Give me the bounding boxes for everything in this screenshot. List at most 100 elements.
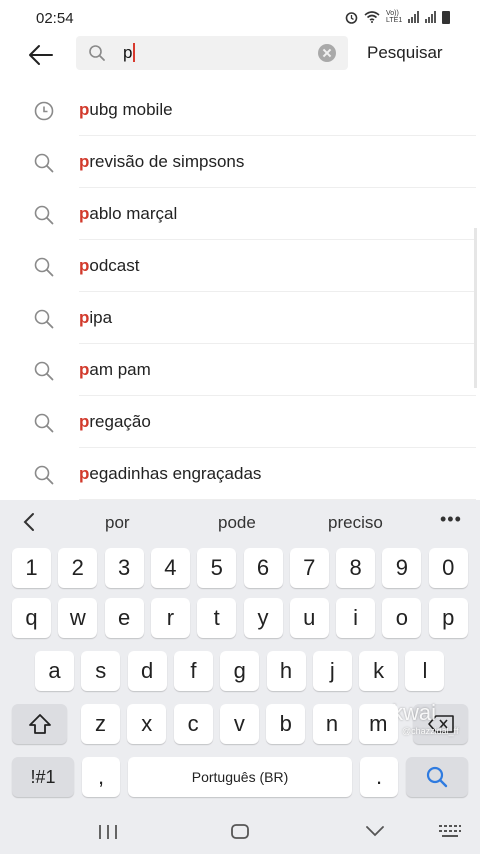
search-icon (33, 256, 55, 278)
suggestion-item[interactable]: pegadinhas engraçadas (0, 448, 480, 500)
suggestion-rest: ablo marçal (89, 204, 178, 223)
key-j[interactable]: j (312, 651, 352, 691)
suggestion-list: pubg mobile previsão de simpsons pablo mar… (0, 84, 480, 500)
key-u[interactable]: u (289, 598, 329, 638)
suggestion-rest: am pam (89, 360, 151, 379)
key-1[interactable]: 1 (12, 548, 51, 588)
key-0[interactable]: 0 (428, 548, 468, 588)
clear-icon[interactable] (318, 44, 336, 62)
comma-key[interactable]: , (82, 757, 120, 797)
wifi-icon (364, 11, 380, 23)
key-t[interactable]: t (197, 598, 237, 638)
search-icon (426, 766, 448, 788)
suggestion-item[interactable]: podcast (0, 240, 480, 292)
search-header: p Pesquisar (0, 36, 480, 86)
suggestion-item[interactable]: pipa (0, 292, 480, 344)
home-icon[interactable] (230, 823, 250, 841)
keyboard-grid-icon[interactable] (438, 824, 462, 840)
suggestion-item[interactable]: pubg mobile (0, 84, 480, 136)
suggestion-item[interactable]: pregação (0, 396, 480, 448)
key-b[interactable]: b (266, 704, 306, 744)
key-9[interactable]: 9 (382, 548, 422, 588)
key-5[interactable]: 5 (197, 548, 237, 588)
search-key[interactable] (406, 757, 468, 797)
key-r[interactable]: r (150, 598, 190, 638)
suggestion-rest: revisão de simpsons (89, 152, 245, 171)
suggestion-item[interactable]: pam pam (0, 344, 480, 396)
search-icon (33, 204, 55, 226)
signal-icon-2 (425, 11, 436, 23)
key-e[interactable]: e (104, 598, 144, 638)
search-query-text: p (123, 43, 133, 62)
space-key[interactable]: Português (BR) (128, 757, 352, 797)
key-m[interactable]: m (358, 704, 398, 744)
key-q[interactable]: q (12, 598, 51, 638)
key-s[interactable]: s (81, 651, 121, 691)
key-p[interactable]: p (428, 598, 468, 638)
shift-icon (28, 714, 51, 734)
key-w[interactable]: w (58, 598, 98, 638)
navigation-bar (0, 810, 480, 854)
search-button[interactable]: Pesquisar (367, 43, 443, 63)
watermark-brand: kwai (392, 700, 437, 725)
suggestion-match: p (79, 464, 90, 483)
key-i[interactable]: i (336, 598, 376, 638)
recent-apps-icon[interactable] (97, 824, 119, 840)
key-k[interactable]: k (359, 651, 399, 691)
signal-icon (408, 11, 419, 23)
suggestion-match: p (79, 100, 90, 119)
key-a[interactable]: a (35, 651, 74, 691)
prediction-word-1[interactable]: por (105, 513, 130, 533)
scrollbar[interactable] (474, 228, 477, 388)
symbols-key[interactable]: !#1 (12, 757, 74, 797)
battery-icon (442, 10, 450, 24)
back-chevron-icon[interactable] (365, 825, 385, 837)
key-y[interactable]: y (243, 598, 283, 638)
key-n[interactable]: n (312, 704, 352, 744)
suggestion-match: p (79, 412, 90, 431)
key-f[interactable]: f (173, 651, 213, 691)
suggestion-rest: regação (89, 412, 151, 431)
key-o[interactable]: o (382, 598, 422, 638)
key-v[interactable]: v (219, 704, 259, 744)
suggestion-item[interactable]: pablo marçal (0, 188, 480, 240)
suggestion-rest: egadinhas engraçadas (89, 464, 262, 483)
back-arrow-icon[interactable] (26, 40, 56, 70)
search-input[interactable]: p (76, 36, 348, 70)
key-4[interactable]: 4 (150, 548, 190, 588)
prediction-bar: por pode preciso ••• (0, 500, 480, 544)
prediction-word-3[interactable]: preciso (328, 513, 383, 533)
kwai-watermark: kwai @chazzidal_ff (392, 700, 459, 736)
suggestion-label: pablo marçal (79, 204, 177, 224)
text-cursor (133, 43, 135, 62)
key-g[interactable]: g (220, 651, 260, 691)
period-key[interactable]: . (360, 757, 398, 797)
suggestion-item[interactable]: previsão de simpsons (0, 136, 480, 188)
key-3[interactable]: 3 (104, 548, 144, 588)
more-options-icon[interactable]: ••• (440, 509, 462, 530)
search-icon (33, 464, 55, 486)
search-icon (33, 412, 55, 434)
key-8[interactable]: 8 (336, 548, 376, 588)
key-h[interactable]: h (266, 651, 306, 691)
suggestion-label: pipa (79, 308, 112, 328)
prediction-word-2[interactable]: pode (218, 513, 256, 533)
search-icon (33, 360, 55, 382)
search-icon (89, 45, 105, 61)
search-query[interactable]: p (123, 43, 135, 63)
shift-key[interactable] (12, 704, 67, 744)
keyboard: por pode preciso ••• !#1 , Português (BR… (0, 500, 480, 854)
history-clock-icon (33, 100, 55, 122)
search-icon (33, 152, 55, 174)
suggestion-match: p (79, 308, 90, 327)
suggestion-label: pegadinhas engraçadas (79, 464, 261, 484)
chevron-left-icon[interactable] (22, 512, 36, 532)
key-z[interactable]: z (81, 704, 120, 744)
key-l[interactable]: l (405, 651, 445, 691)
key-6[interactable]: 6 (243, 548, 283, 588)
key-7[interactable]: 7 (289, 548, 329, 588)
key-2[interactable]: 2 (58, 548, 98, 588)
key-d[interactable]: d (127, 651, 167, 691)
key-x[interactable]: x (127, 704, 167, 744)
key-c[interactable]: c (173, 704, 213, 744)
